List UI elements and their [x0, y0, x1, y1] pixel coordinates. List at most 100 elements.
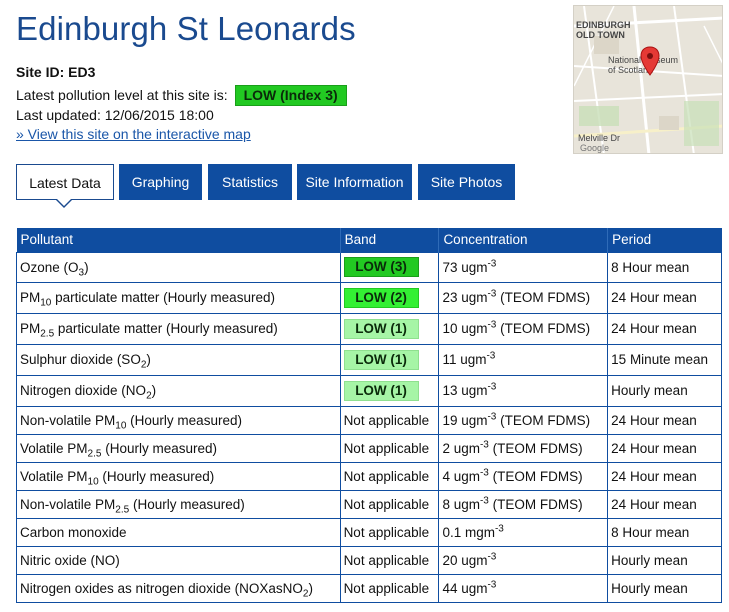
cell-text-part: -3 [487, 579, 497, 590]
cell-text-part: 20 ugm [442, 552, 488, 568]
cell-text-part: Carbon monoxide [20, 524, 127, 540]
cell-text-part: particulate matter (Hourly measured) [51, 290, 275, 305]
pollutant-cell: PM2.5 particulate matter (Hourly measure… [16, 312, 341, 345]
tab-latest-data[interactable]: Latest Data [16, 164, 114, 200]
pollution-level-badge: LOW (Index 3) [234, 85, 347, 106]
period-cell: 24 Hour mean [607, 433, 722, 463]
header-pollutant: Pollutant [16, 228, 341, 252]
tab-graphing[interactable]: Graphing [119, 164, 202, 200]
concentration-cell: 4 ugm-3 (TEOM FDMS) [438, 461, 609, 491]
cell-text-part: Ozone (O [20, 259, 79, 275]
cell-text-part: 44 ugm [442, 580, 488, 596]
cell-text-part: ) [146, 352, 151, 367]
cell-text-part: -3 [487, 551, 497, 562]
pollutant-cell: Non-volatile PM10 (Hourly measured) [16, 405, 341, 435]
band-badge: LOW (3) [343, 257, 419, 277]
cell-text-part: 8 ugm [442, 496, 480, 512]
cell-text-part: Non-volatile PM [20, 496, 116, 512]
cell-text-part: -3 [487, 258, 497, 269]
period-cell: 24 Hour mean [607, 312, 722, 345]
cell-text-part: -3 [486, 350, 496, 362]
concentration-cell: 8 ugm-3 (TEOM FDMS) [438, 489, 609, 519]
pollutant-cell: Ozone (O3) [16, 251, 341, 283]
band-cell: LOW (3) [339, 251, 440, 283]
pollution-level-label: Latest pollution level at this site is: [16, 87, 228, 103]
pollutant-cell: Sulphur dioxide (SO2) [16, 343, 341, 376]
table-row: Nitrogen dioxide (NO2) LOW (1) 13 ugm-3 Hou… [16, 374, 722, 407]
concentration-cell: 20 ugm-3 [438, 545, 609, 575]
cell-text-part: particulate matter (Hourly measured) [54, 321, 278, 336]
map-label-old-town: OLD TOWN [576, 30, 625, 40]
table-row: Nitric oxide (NO) Not applicable 20 ugm-3 H… [16, 545, 722, 575]
cell-text-part: 10 [40, 297, 52, 309]
cell-text-part: 4 ugm [442, 468, 480, 484]
cell-text-part: PM [20, 290, 41, 305]
band-cell: LOW (1) [339, 374, 440, 407]
cell-text-part: 2 ugm [442, 440, 480, 456]
cell-text-part: Nitrogen oxides as nitrogen dioxide (NOX… [20, 580, 303, 596]
last-updated-label: Last updated: [16, 107, 101, 123]
table-row: PM10 particulate matter (Hourly measured… [16, 281, 722, 314]
header-band: Band [339, 228, 439, 252]
band-cell: LOW (1) [339, 343, 440, 376]
cell-text-part: (TEOM FDMS) [496, 412, 591, 428]
band-text: Not applicable [343, 440, 430, 456]
period-cell: 8 Hour mean [607, 517, 722, 547]
cell-text-part: (Hourly measured) [126, 412, 242, 428]
pollutant-cell: Volatile PM2.5 (Hourly measured) [16, 433, 341, 463]
table-row: PM2.5 particulate matter (Hourly measure… [16, 312, 722, 345]
cell-text-part: (Hourly measured) [129, 496, 245, 512]
tab-statistics[interactable]: Statistics [208, 164, 292, 200]
band-text: Not applicable [343, 580, 430, 596]
cell-text-part: ) [308, 580, 313, 596]
concentration-cell: 73 ugm-3 [438, 251, 609, 283]
header-period: Period [607, 228, 722, 252]
cell-text-part: (Hourly measured) [101, 440, 217, 456]
cell-text-part: -3 [479, 467, 489, 478]
concentration-cell: 13 ugm-3 [438, 374, 609, 407]
cell-text-part: Volatile PM [20, 468, 88, 484]
cell-text-part: 13 ugm [442, 383, 488, 398]
concentration-cell: 11 ugm-3 [438, 343, 609, 376]
cell-text-part: 2.5 [87, 448, 102, 460]
cell-text-part: 10 ugm [442, 321, 488, 336]
table-row: Non-volatile PM10 (Hourly measured) Not a… [16, 405, 722, 435]
cell-text-part: 11 ugm [442, 352, 487, 367]
cell-text-part: 10 [115, 420, 127, 432]
map-label-edinburgh: EDINBURGH [576, 20, 631, 30]
cell-text-part: 2.5 [115, 504, 130, 516]
last-updated-line: Last updated: 12/06/2015 18:00 [16, 107, 214, 123]
pollutant-cell: Nitrogen dioxide (NO2) [16, 374, 341, 407]
cell-text-part: 10 [87, 476, 99, 488]
cell-text-part: (Hourly measured) [98, 468, 215, 484]
cell-text-part: 23 ugm [442, 290, 488, 305]
band-cell: Not applicable [339, 545, 440, 575]
period-cell: 24 Hour mean [607, 489, 722, 519]
table-header-row: Pollutant Band Concentration Period [16, 228, 722, 252]
period-cell: Hourly mean [607, 573, 722, 603]
band-badge: LOW (1) [343, 349, 419, 370]
tab-site-information[interactable]: Site Information [297, 164, 412, 200]
site-id-line: Site ID: ED3 [16, 64, 95, 80]
table-row: Sulphur dioxide (SO2) LOW (1) 11 ugm-3 15 M… [16, 343, 722, 376]
table-row: Non-volatile PM2.5 (Hourly measured) Not … [16, 489, 722, 519]
cell-text-part: (TEOM FDMS) [488, 468, 583, 484]
cell-text-part: 2.5 [40, 328, 55, 340]
band-text: Not applicable [343, 496, 430, 512]
concentration-cell: 2 ugm-3 (TEOM FDMS) [438, 433, 609, 463]
period-cell: 15 Minute mean [607, 343, 722, 376]
interactive-map-link[interactable]: » View this site on the interactive map [16, 126, 251, 142]
tab-site-photos[interactable]: Site Photos [418, 164, 515, 200]
band-cell: Not applicable [339, 573, 440, 603]
band-cell: Not applicable [339, 489, 440, 519]
cell-text-part: Nitric oxide (NO) [20, 552, 120, 568]
header-concentration: Concentration [438, 228, 608, 252]
table-row: Carbon monoxide Not applicable 0.1 mgm-3 8 … [16, 517, 722, 547]
band-cell: Not applicable [339, 461, 440, 491]
cell-text-part: ) [84, 259, 89, 275]
site-location-map[interactable]: EDINBURGH OLD TOWN National Museum of Sc… [573, 5, 723, 154]
table-row: Ozone (O3) LOW (3) 73 ugm-3 8 Hour mean [16, 251, 722, 283]
concentration-cell: 44 ugm-3 [438, 573, 609, 603]
band-text: Not applicable [343, 412, 430, 428]
table-row: Volatile PM2.5 (Hourly measured) Not appl… [16, 433, 722, 463]
